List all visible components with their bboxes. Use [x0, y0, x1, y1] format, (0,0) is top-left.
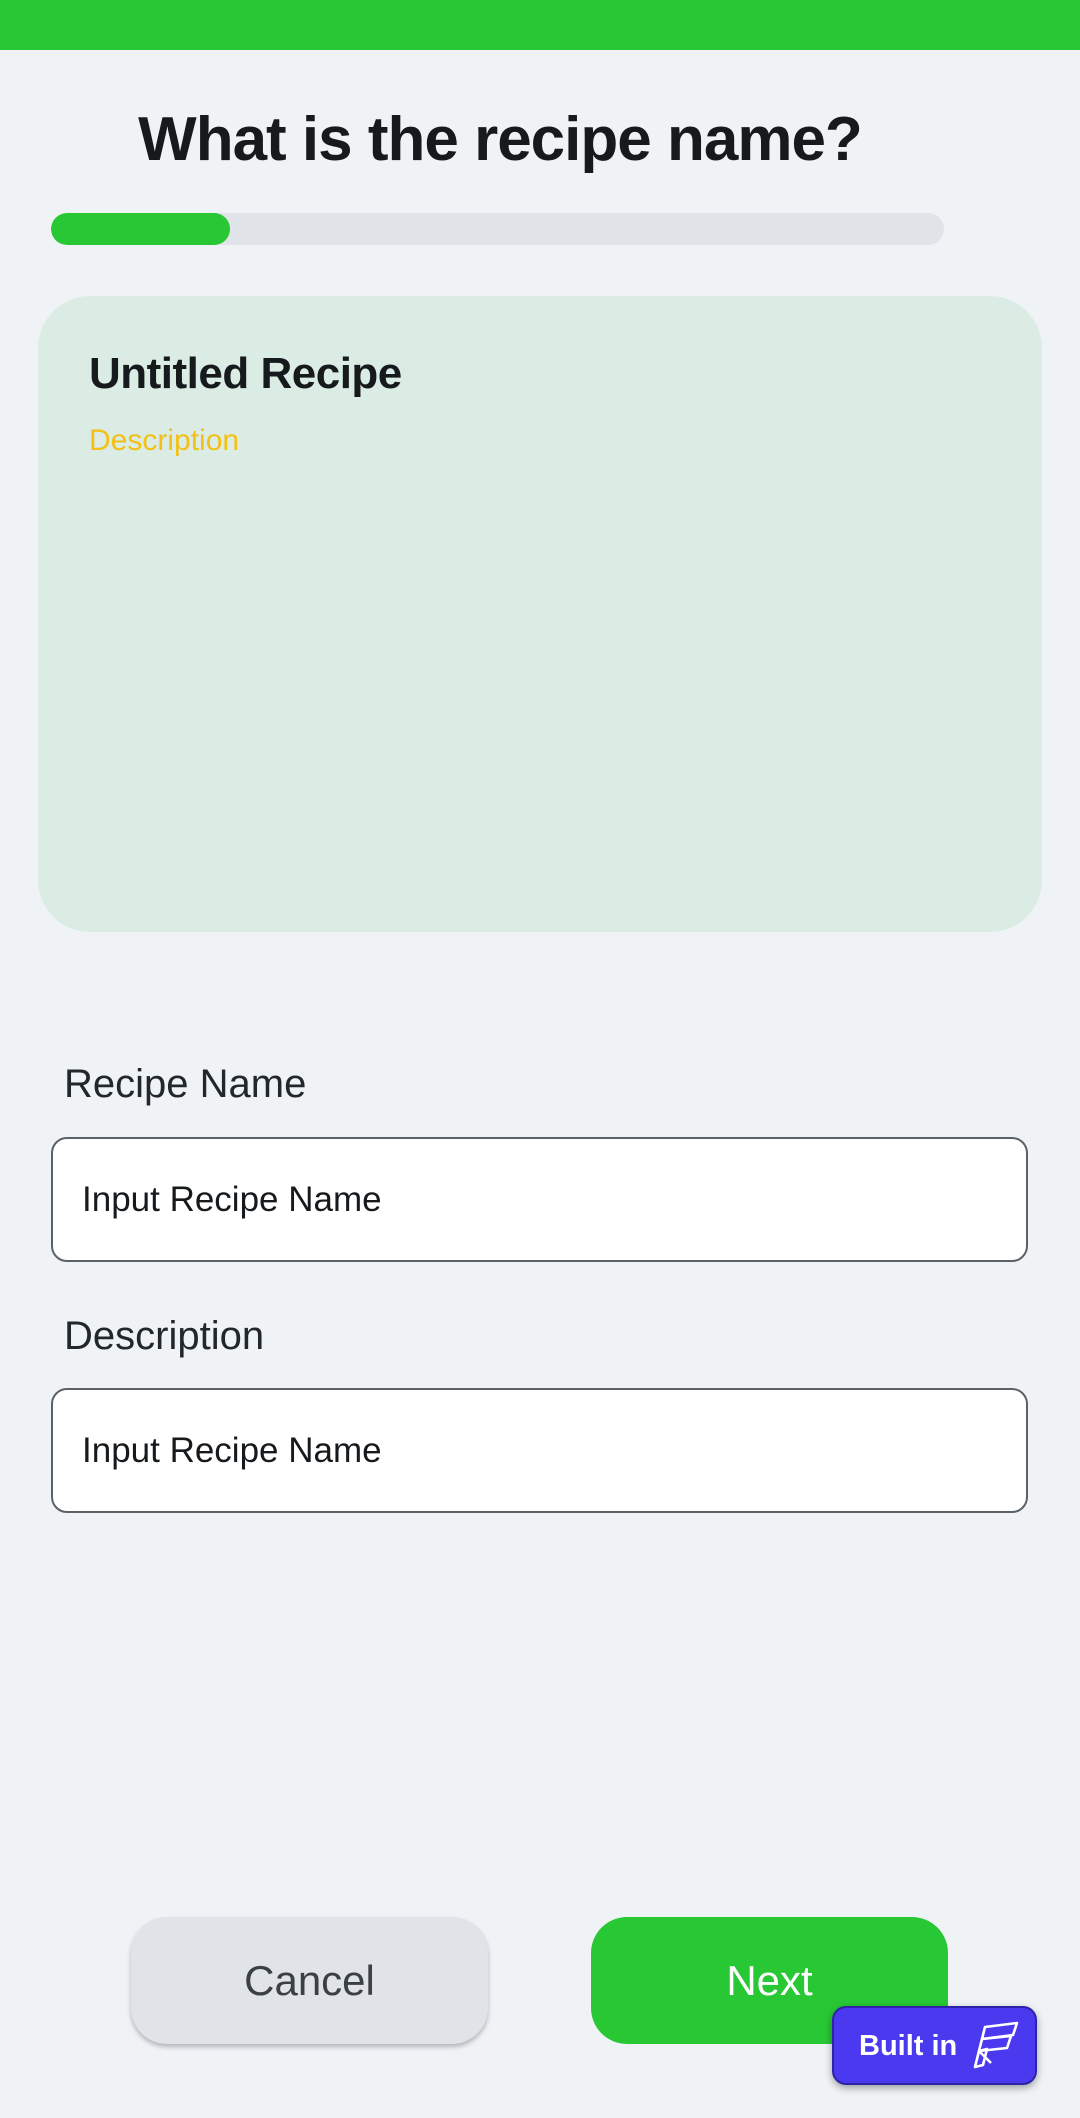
preview-recipe-description: Description — [89, 424, 240, 457]
recipe-name-label: Recipe Name — [64, 1062, 307, 1106]
top-status-bar — [0, 0, 1080, 50]
description-input[interactable] — [51, 1388, 1028, 1513]
built-in-label: Built in — [859, 2029, 958, 2062]
cancel-button[interactable]: Cancel — [131, 1917, 488, 2044]
progress-bar — [51, 213, 944, 245]
page-title: What is the recipe name? — [138, 105, 863, 174]
recipe-preview-card: Untitled Recipe Description — [38, 296, 1042, 932]
recipe-name-input[interactable] — [51, 1137, 1028, 1262]
recipe-name-screen: What is the recipe name? Untitled Recipe… — [0, 0, 1080, 2118]
flutterflow-logo-icon — [969, 2019, 1023, 2073]
progress-bar-fill — [51, 213, 230, 245]
preview-recipe-title: Untitled Recipe — [89, 349, 402, 398]
description-label: Description — [64, 1314, 265, 1358]
built-in-badge[interactable]: Built in — [832, 2006, 1037, 2085]
